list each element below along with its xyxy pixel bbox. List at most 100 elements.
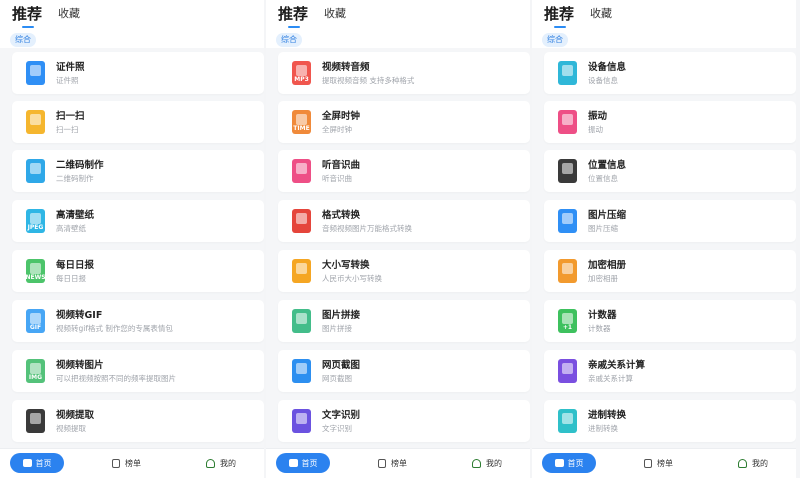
wallpaper-icon: JPEG — [26, 209, 45, 233]
icon-glyph — [562, 213, 573, 224]
nav-mine-button[interactable]: 我的 — [738, 458, 768, 469]
tool-card[interactable]: JPEG 高清壁纸 高清壁纸 — [12, 200, 264, 242]
ranking-icon — [644, 459, 652, 468]
tool-card[interactable]: 图片拼接 图片拼接 — [278, 300, 530, 342]
panel-header: 推荐 收藏综合 — [0, 0, 264, 48]
clock-icon: TIME — [292, 110, 311, 134]
tool-title: 听音识曲 — [322, 160, 361, 171]
convert-icon — [292, 209, 311, 233]
ranking-icon — [378, 459, 386, 468]
nav-home-label: 首页 — [301, 458, 318, 468]
nav-mine-button[interactable]: 我的 — [472, 458, 502, 469]
nav-home-label: 首页 — [567, 458, 584, 468]
tool-card[interactable]: 二维码制作 二维码制作 — [12, 150, 264, 192]
base-convert-icon — [558, 409, 577, 433]
tab-favorites[interactable]: 收藏 — [324, 4, 346, 24]
tool-card[interactable]: 位置信息 位置信息 — [544, 150, 796, 192]
tool-title: 视频转GIF — [56, 310, 103, 321]
tool-subtitle: 全屏时钟 — [322, 125, 352, 134]
tool-card[interactable]: 图片压缩 图片压缩 — [544, 200, 796, 242]
icon-glyph — [30, 213, 41, 224]
tool-title: 扫一扫 — [56, 111, 85, 122]
tool-subtitle: 听音识曲 — [322, 174, 352, 183]
video-to-image-icon: IMG — [26, 359, 45, 383]
video-extract-icon — [26, 409, 45, 433]
home-icon — [554, 459, 564, 467]
tool-card[interactable]: +1 计数器 计数器 — [544, 300, 796, 342]
tool-title: 亲戚关系计算 — [588, 360, 646, 371]
icon-glyph — [296, 363, 307, 374]
id-photo-icon — [26, 61, 45, 85]
nav-ranking-button[interactable]: 榜单 — [112, 458, 141, 469]
tool-card[interactable]: 证件照 证件照 — [12, 52, 264, 94]
category-chip[interactable]: 综合 — [10, 33, 36, 47]
tool-card[interactable]: MP3 视频转音频 提取视频音频 支持多种格式 — [278, 52, 530, 94]
tool-card[interactable]: 网页截图 网页截图 — [278, 350, 530, 392]
nav-mine-button[interactable]: 我的 — [206, 458, 236, 469]
tool-card[interactable]: 视频提取 视频提取 — [12, 400, 264, 442]
tool-subtitle: 高清壁纸 — [56, 224, 86, 233]
category-chip[interactable]: 综合 — [276, 33, 302, 47]
tab-favorites[interactable]: 收藏 — [590, 4, 612, 24]
nav-home-button[interactable]: 首页 — [10, 453, 64, 473]
app-panel: 推荐 收藏 综合 证件照 证件照 扫一扫 扫一扫 二维码制作 二维码制作 JPEG 高清壁纸 高清壁纸… — [0, 0, 264, 478]
vibrate-icon — [558, 110, 577, 134]
tool-subtitle: 提取视频音频 支持多种格式 — [322, 76, 415, 85]
icon-glyph — [30, 313, 41, 324]
person-icon — [738, 459, 747, 468]
tool-card[interactable]: 文字识别 文字识别 — [278, 400, 530, 442]
tool-card[interactable]: 亲戚关系计算 亲戚关系计算 — [544, 350, 796, 392]
mp3-icon: MP3 — [292, 61, 311, 85]
image-stitch-icon — [292, 309, 311, 333]
tool-card[interactable]: TIME 全屏时钟 全屏时钟 — [278, 101, 530, 143]
icon-glyph — [296, 114, 307, 125]
daily-news-icon: NEWS — [26, 259, 45, 283]
tool-title: 网页截图 — [322, 360, 361, 371]
nav-home-button[interactable]: 首页 — [542, 453, 596, 473]
tool-card[interactable]: GIF 视频转GIF 视频转gif格式 制作您的专属表情包 — [12, 300, 264, 342]
tool-card[interactable]: 进制转换 进制转换 — [544, 400, 796, 442]
nav-ranking-button[interactable]: 榜单 — [644, 458, 673, 469]
nav-ranking-button[interactable]: 榜单 — [378, 458, 407, 469]
category-chip[interactable]: 综合 — [542, 33, 568, 47]
tab-recommend[interactable]: 推荐 — [544, 4, 574, 28]
tool-subtitle: 二维码制作 — [56, 174, 94, 183]
tool-card[interactable]: 大小写转换 人民币大小写转换 — [278, 250, 530, 292]
icon-glyph — [30, 363, 41, 374]
nav-ranking-label: 榜单 — [125, 459, 141, 468]
tool-card[interactable]: 加密相册 加密相册 — [544, 250, 796, 292]
tool-card[interactable]: 振动 振动 — [544, 101, 796, 143]
tool-card[interactable]: 扫一扫 扫一扫 — [12, 101, 264, 143]
tool-card[interactable]: 设备信息 设备信息 — [544, 52, 796, 94]
tab-favorites[interactable]: 收藏 — [58, 4, 80, 24]
icon-badge: NEWS — [26, 274, 45, 281]
tool-title: 进制转换 — [588, 410, 627, 421]
tool-card[interactable]: IMG 视频转图片 可以把视频按照不同的频率提取图片 — [12, 350, 264, 392]
nav-mine-label: 我的 — [220, 459, 236, 468]
tool-subtitle: 音频视频图片万能格式转换 — [322, 224, 412, 233]
icon-badge: JPEG — [27, 224, 44, 231]
device-info-icon — [558, 61, 577, 85]
tool-card[interactable]: NEWS 每日日报 每日日报 — [12, 250, 264, 292]
tool-subtitle: 证件照 — [56, 76, 79, 85]
tool-card[interactable]: 格式转换 音频视频图片万能格式转换 — [278, 200, 530, 242]
tab-recommend[interactable]: 推荐 — [12, 4, 42, 28]
icon-glyph — [296, 313, 307, 324]
icon-glyph — [562, 313, 573, 324]
tool-title: 全屏时钟 — [322, 111, 361, 122]
tab-bar: 推荐 收藏 — [544, 4, 612, 32]
tool-title: 视频提取 — [56, 410, 95, 421]
music-icon — [292, 159, 311, 183]
qrcode-icon — [26, 159, 45, 183]
tool-subtitle: 扫一扫 — [56, 125, 79, 134]
tool-title: 振动 — [588, 111, 608, 122]
tab-recommend[interactable]: 推荐 — [278, 4, 308, 28]
tool-title: 计数器 — [588, 310, 617, 321]
nav-ranking-label: 榜单 — [657, 459, 673, 468]
tool-subtitle: 进制转换 — [588, 424, 618, 433]
tool-title: 每日日报 — [56, 260, 95, 271]
icon-glyph — [296, 213, 307, 224]
tool-card[interactable]: 听音识曲 听音识曲 — [278, 150, 530, 192]
nav-home-button[interactable]: 首页 — [276, 453, 330, 473]
web-screenshot-icon — [292, 359, 311, 383]
